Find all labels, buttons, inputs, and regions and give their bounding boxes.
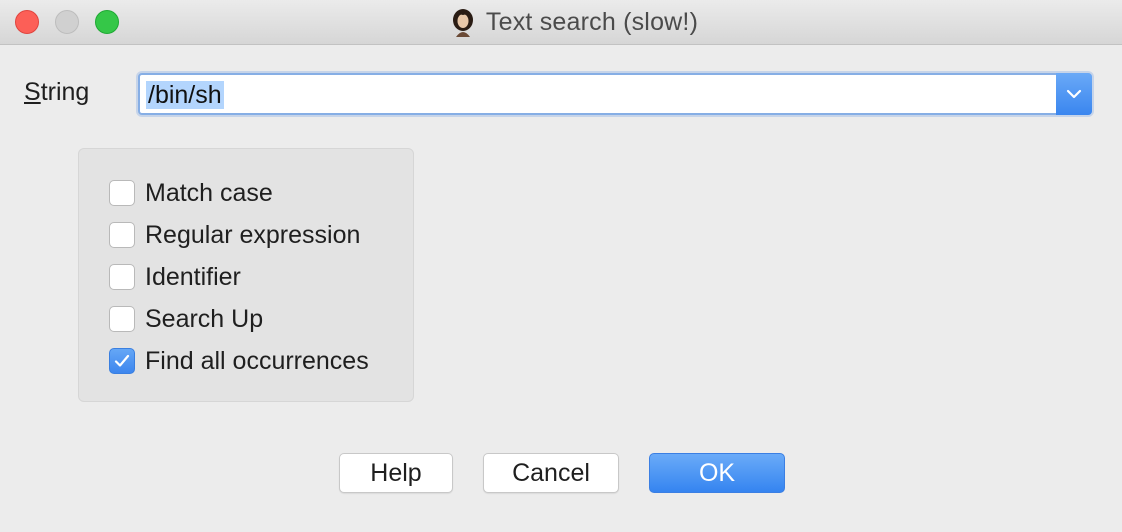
chevron-down-icon — [1066, 89, 1082, 99]
window-title: Text search (slow!) — [485, 7, 699, 36]
option-label: Match case — [145, 178, 273, 207]
help-button[interactable]: Help — [339, 453, 453, 493]
option-search-up[interactable]: Search Up — [109, 304, 263, 334]
match-case-checkbox[interactable] — [109, 180, 135, 206]
option-label: Regular expression — [145, 220, 361, 249]
option-match-case[interactable]: Match case — [109, 178, 273, 208]
string-input-value[interactable]: /bin/sh — [146, 81, 224, 109]
identifier-checkbox[interactable] — [109, 264, 135, 290]
string-label-rest: tring — [40, 78, 90, 106]
option-regular-expression[interactable]: Regular expression — [109, 220, 360, 250]
option-label: Identifier — [145, 262, 241, 291]
string-label-accelerator: S — [24, 78, 41, 106]
option-identifier[interactable]: Identifier — [109, 262, 241, 292]
option-label: Find all occurrences — [145, 346, 369, 375]
search-up-checkbox[interactable] — [109, 306, 135, 332]
cancel-button[interactable]: Cancel — [483, 453, 619, 493]
regular-expression-checkbox[interactable] — [109, 222, 135, 248]
search-options-group: Match case Regular expression Identifier… — [78, 148, 414, 402]
string-label: String — [24, 78, 89, 107]
option-find-all-occurrences[interactable]: Find all occurrences — [109, 346, 369, 376]
text-search-dialog: Text search (slow!) String /bin/sh Match… — [0, 0, 1122, 532]
string-combobox[interactable]: /bin/sh — [138, 73, 1092, 115]
string-dropdown-button[interactable] — [1056, 73, 1092, 115]
checkmark-icon — [114, 354, 130, 367]
portrait-icon — [452, 9, 473, 37]
title-wrap: Text search (slow!) — [0, 0, 1122, 44]
option-label: Search Up — [145, 304, 264, 333]
find-all-occurrences-checkbox[interactable] — [109, 348, 135, 374]
title-bar[interactable]: Text search (slow!) — [0, 0, 1122, 45]
ok-button[interactable]: OK — [649, 453, 785, 493]
